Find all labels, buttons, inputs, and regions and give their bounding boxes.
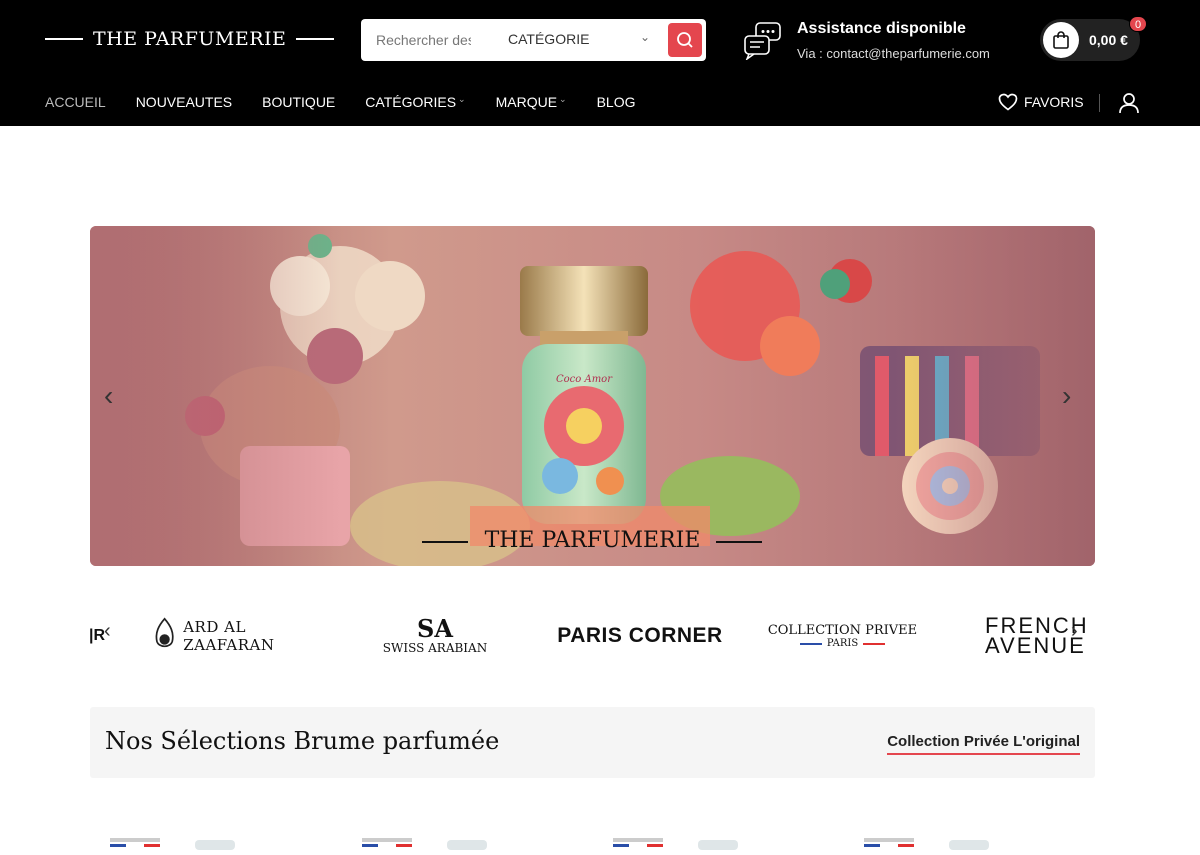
favorites-link[interactable]: FAVORIS — [998, 93, 1084, 111]
chevron-down-icon: ⌄ — [559, 94, 567, 104]
category-select[interactable]: CATÉGORIE — [508, 31, 589, 47]
brand-logo-swiss-arabian[interactable]: SA SWISS ARABIAN — [380, 600, 490, 672]
chat-support-icon — [744, 22, 781, 60]
logo-line-right — [296, 38, 335, 40]
cart-amount: 0,00 € — [1089, 32, 1128, 48]
cart-button[interactable]: 0,00 € 0 — [1040, 16, 1147, 61]
brands-next-button[interactable]: › — [1071, 620, 1078, 643]
logo-text: THE PARFUMERIE — [93, 28, 287, 50]
selection-section-header: Nos Sélections Brume parfumée Collection… — [90, 707, 1095, 778]
heart-icon — [998, 93, 1018, 111]
slider-next-button[interactable]: › — [1062, 380, 1071, 412]
brand-logo-paris-corner[interactable]: PARIS CORNER — [555, 600, 725, 672]
hero-slider[interactable]: THE PARFUMERIE Coco Amor — [90, 226, 1095, 566]
brand-sub-paris-text: PARIS — [826, 638, 859, 649]
section-title: Nos Sélections Brume parfumée — [105, 727, 500, 755]
nav-item-categories[interactable]: CATÉGORIES — [365, 94, 456, 110]
flag-line-red — [863, 642, 886, 645]
product-card[interactable] — [613, 836, 738, 850]
support-title: Assistance disponible — [797, 20, 966, 37]
nav-item-categories-label: CATÉGORIES — [365, 94, 457, 110]
brands-prev-button[interactable]: ‹ — [104, 620, 111, 643]
hero-image — [90, 226, 1095, 566]
brand-name-paris-corner: PARIS CORNER — [557, 624, 723, 647]
flag-line-blue — [799, 642, 822, 645]
logo-line-left — [45, 38, 83, 40]
search-button[interactable] — [668, 23, 702, 57]
brand-sub-paris: PARIS — [799, 638, 886, 649]
nav-item-marque[interactable]: MARQUE — [496, 94, 557, 110]
brand-logo-collection-privee[interactable]: COLLECTION PRIVEE PARIS — [765, 600, 920, 672]
favorites-label: FAVORIS — [1024, 94, 1084, 110]
account-button[interactable] — [1118, 92, 1140, 119]
brand-logo-ard-al-zaafaran[interactable]: ARD AL ZAAFARAN — [150, 600, 320, 672]
nav-item-accueil[interactable]: ACCUEIL — [45, 94, 106, 110]
made-in-france-badge-icon — [110, 838, 235, 850]
chevron-down-icon: ⌄ — [640, 30, 651, 44]
product-card[interactable] — [864, 836, 989, 850]
nav-item-nouveautes[interactable]: NOUVEAUTES — [136, 94, 232, 110]
search-bar: CATÉGORIE ⌄ — [361, 19, 706, 61]
made-in-france-badge-icon — [613, 838, 738, 850]
nav-item-marque-label: MARQUE — [495, 94, 558, 110]
nav-divider — [1099, 94, 1100, 112]
site-logo[interactable]: THE PARFUMERIE — [45, 28, 335, 50]
swiss-arabian-monogram: SA — [417, 614, 453, 643]
bottle-label: Coco Amor — [556, 374, 612, 385]
shopping-bag-icon — [1053, 31, 1069, 49]
brand-logo-french-avenue[interactable]: FRENCH AVENUE — [985, 600, 1095, 672]
product-card[interactable] — [362, 836, 487, 850]
hero-brand-text: THE PARFUMERIE — [484, 528, 701, 553]
user-icon — [1119, 93, 1139, 114]
brand-name-swiss: SWISS ARABIAN — [382, 641, 488, 655]
cart-count-badge: 0 — [1129, 16, 1147, 32]
cart-icon-wrap — [1043, 22, 1079, 58]
slider-prev-button[interactable]: ‹ — [104, 380, 113, 412]
main-nav: ACCUEIL NOUVEAUTES BOUTIQUE CATÉGORIES ⌄… — [45, 94, 666, 110]
product-card[interactable] — [110, 836, 235, 850]
support-email[interactable]: Via : contact@theparfumerie.com — [797, 46, 990, 61]
chevron-down-icon: ⌄ — [458, 94, 466, 104]
search-icon — [677, 32, 693, 48]
made-in-france-badge-icon — [864, 838, 989, 850]
section-link[interactable]: Collection Privée L'original — [887, 733, 1080, 755]
made-in-france-badge-icon — [362, 838, 487, 850]
brand-name-ard: ARD AL ZAAFARAN — [183, 618, 275, 654]
ard-al-zaafaran-emblem-icon — [155, 617, 174, 648]
nav-item-blog[interactable]: BLOG — [597, 94, 636, 110]
brand-carousel: |R ARD AL ZAAFARAN SA SWISS ARABIAN PARI… — [90, 600, 1095, 672]
brand-name-collection-privee: COLLECTION PRIVEE — [767, 623, 918, 638]
nav-item-boutique[interactable]: BOUTIQUE — [262, 94, 335, 110]
site-header: THE PARFUMERIE CATÉGORIE ⌄ Assistance di… — [0, 0, 1200, 126]
search-input[interactable] — [376, 32, 471, 48]
